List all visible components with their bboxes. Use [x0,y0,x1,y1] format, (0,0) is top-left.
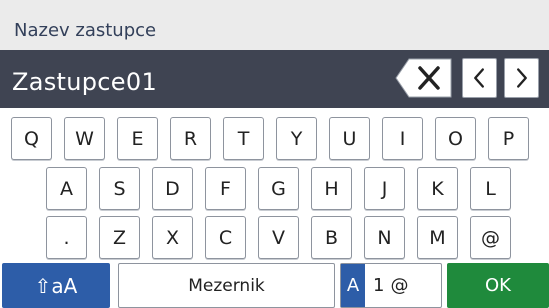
key[interactable]: A [46,167,87,210]
space-button[interactable]: Mezernik [118,263,335,308]
key[interactable]: . [46,216,87,259]
key[interactable]: T [223,117,264,160]
key[interactable]: S [99,167,140,210]
mode-letters-indicator: A [341,264,365,307]
mode-symbols-label: 1@ [373,275,415,296]
key[interactable]: @ [470,216,511,259]
key[interactable]: M [417,216,458,259]
key[interactable]: L [470,167,511,210]
chevron-left-icon [474,68,484,88]
chevron-right-icon [517,68,527,88]
key[interactable]: Y [276,117,317,160]
cursor-right-button[interactable] [504,58,539,98]
key[interactable]: Z [99,216,140,259]
key[interactable]: X [152,216,193,259]
key[interactable]: D [152,167,193,210]
key[interactable]: W [64,117,105,160]
key[interactable]: N [364,216,405,259]
key[interactable]: J [364,167,405,210]
shortcut-name-input[interactable]: Zastupce01 [12,68,157,96]
key[interactable]: Q [11,117,52,160]
key[interactable]: G [258,167,299,210]
ok-button[interactable]: OK [447,263,549,308]
shift-case-button[interactable]: ⇧aA [2,263,110,308]
key[interactable]: H [311,167,352,210]
key[interactable]: O [435,117,476,160]
key[interactable]: F [205,167,246,210]
key[interactable]: E [117,117,158,160]
input-bar: Zastupce01 [0,50,549,108]
key[interactable]: P [488,117,529,160]
key[interactable]: V [258,216,299,259]
key[interactable]: I [382,117,423,160]
key[interactable]: K [417,167,458,210]
key[interactable]: B [311,216,352,259]
key[interactable]: C [205,216,246,259]
key[interactable]: U [329,117,370,160]
backspace-icon [395,58,452,98]
title-bar: Nazev zastupce [0,0,549,50]
input-mode-button[interactable]: A 1@ [340,263,442,308]
cursor-left-button[interactable] [462,58,497,98]
backspace-button[interactable] [395,58,452,98]
key[interactable]: R [170,117,211,160]
screen-title: Nazev zastupce [14,20,157,41]
